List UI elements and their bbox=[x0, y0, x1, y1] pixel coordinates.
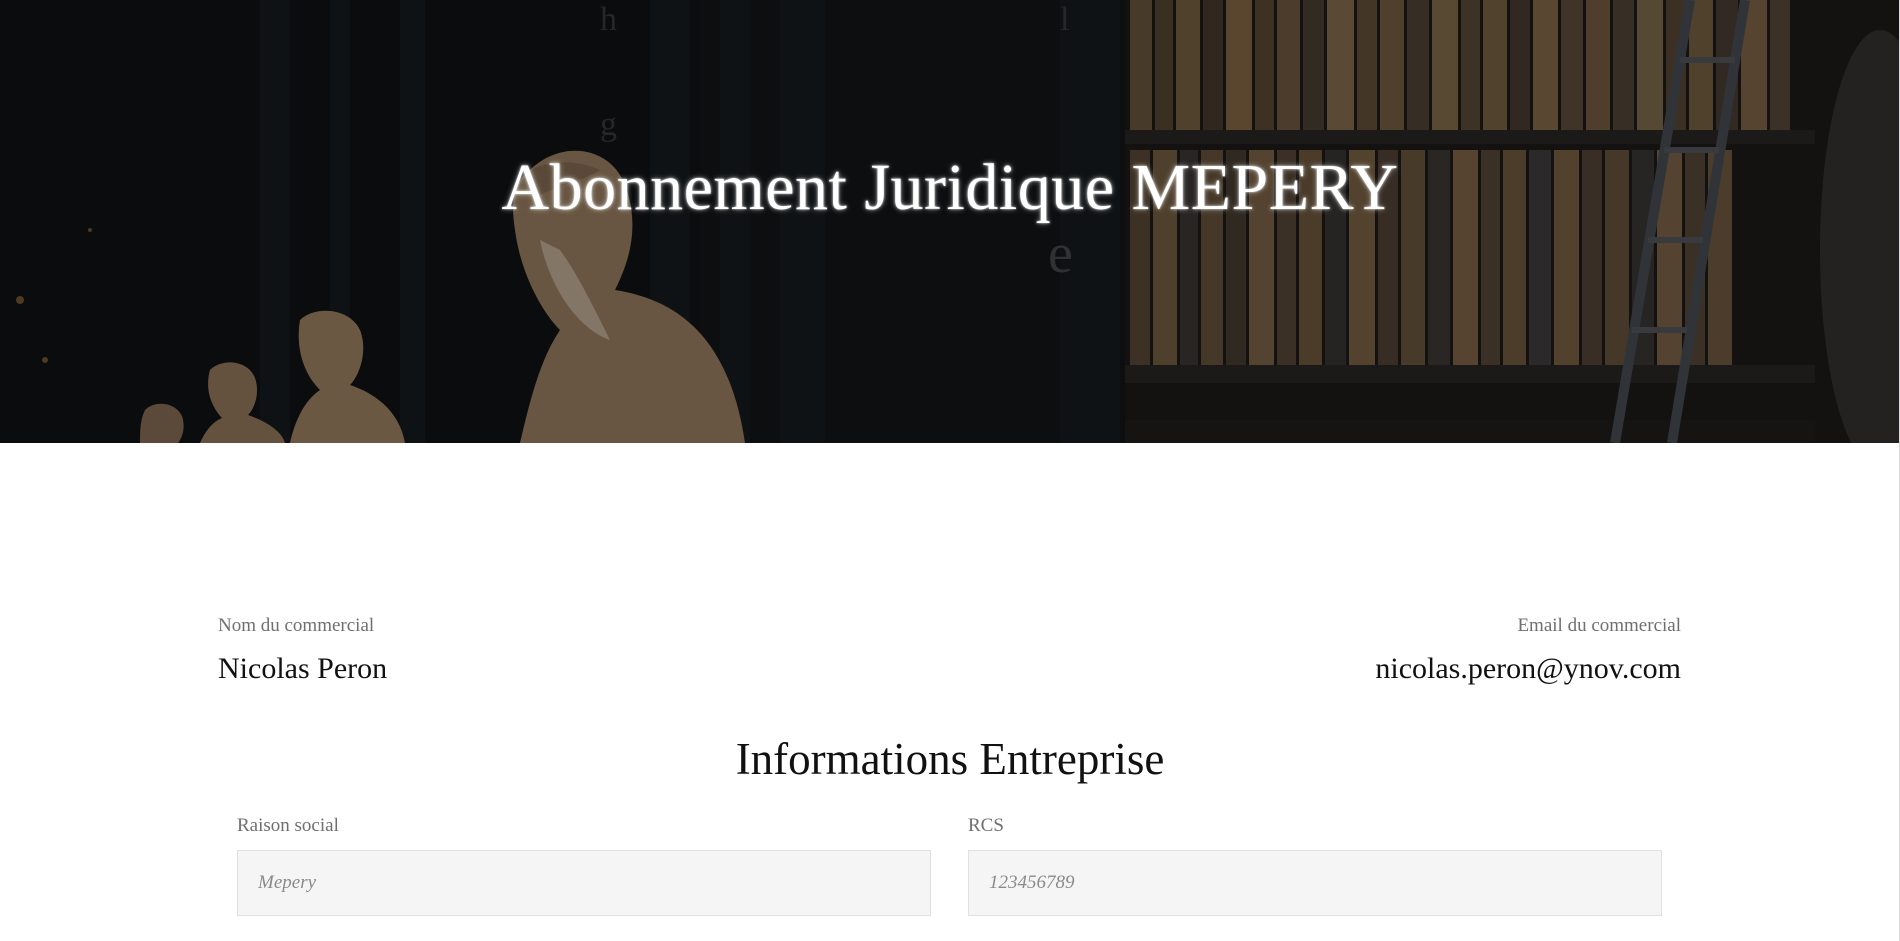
raison-social-group: Raison social bbox=[237, 813, 931, 916]
commercial-name-block: Nom du commercial Nicolas Peron bbox=[218, 613, 387, 687]
rcs-group: RCS bbox=[968, 813, 1662, 916]
section-title-company-info: Informations Entreprise bbox=[735, 734, 1165, 784]
rcs-input[interactable] bbox=[968, 850, 1662, 916]
page-title: Abonnement Juridique MEPERY bbox=[501, 151, 1399, 224]
hero-banner: h g l e Abonnement Juridique MEPERY bbox=[0, 0, 1900, 443]
rcs-label: RCS bbox=[968, 815, 1004, 836]
commercial-name-value: Nicolas Peron bbox=[218, 652, 388, 685]
commercial-email-label: Email du commercial bbox=[1517, 615, 1681, 636]
commercial-name-label: Nom du commercial bbox=[218, 615, 375, 636]
page: h g l e Abonnement Juridique MEPERY Nom … bbox=[0, 0, 1900, 941]
raison-social-input[interactable] bbox=[237, 850, 931, 916]
commercial-email-value: nicolas.peron@ynov.com bbox=[1375, 652, 1681, 685]
raison-social-label: Raison social bbox=[237, 815, 339, 836]
commercial-email-block: Email du commercial nicolas.peron@ynov.c… bbox=[1375, 613, 1681, 687]
